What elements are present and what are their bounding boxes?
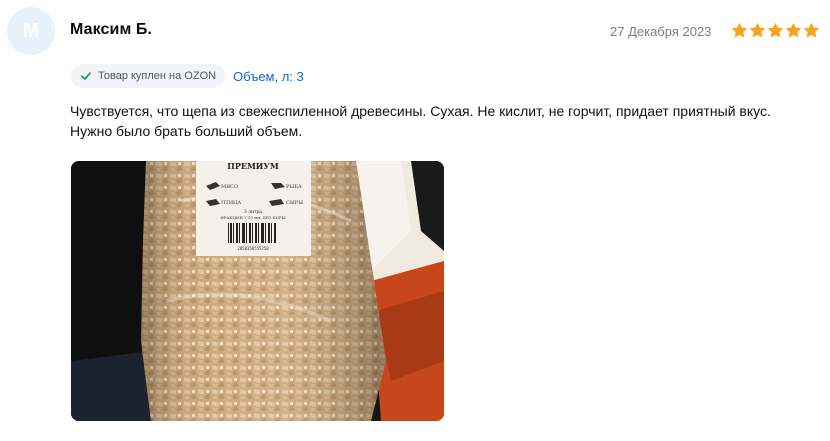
- review-date: 27 Декабря 2023: [610, 24, 712, 39]
- review-card: М Максим Б. 27 Декабря 2023 Товар куплен…: [0, 0, 830, 441]
- rating-stars: [731, 22, 820, 39]
- star-icon: [767, 22, 784, 39]
- variant-link[interactable]: Объем, л: 3: [233, 69, 304, 84]
- barcode-number: 2050358555258: [237, 246, 269, 251]
- star-icon: [785, 22, 802, 39]
- star-icon: [803, 22, 820, 39]
- review-meta: Товар куплен на OZON Объем, л: 3: [71, 64, 304, 88]
- avatar: М: [7, 7, 55, 55]
- purchase-badge-label: Товар куплен на OZON: [98, 70, 217, 82]
- photo-image: ПРЕМИУМ МЯСО РЫБА ПТИЦА СЫРЫ 3 литра ФРА…: [71, 161, 444, 421]
- label-title: ПРЕМИУМ: [227, 161, 279, 171]
- star-icon: [749, 22, 766, 39]
- label-note: ФРАКЦИЯ 7-15 мм, БЕЗ КОРЫ: [220, 215, 285, 220]
- label-item-4: СЫРЫ: [286, 200, 303, 206]
- check-icon: [80, 70, 92, 82]
- review-photo[interactable]: ПРЕМИУМ МЯСО РЫБА ПТИЦА СЫРЫ 3 литра ФРА…: [71, 161, 444, 421]
- star-icon: [731, 22, 748, 39]
- label-item-1: МЯСО: [221, 184, 238, 190]
- review-text: Чувствуется, что щепа из свежеспиленной …: [70, 103, 771, 139]
- label-item-2: РЫБА: [286, 184, 302, 190]
- purchase-badge: Товар куплен на OZON: [71, 64, 226, 88]
- avatar-initial: М: [22, 19, 40, 42]
- label-item-3: ПТИЦА: [221, 200, 241, 206]
- author-name[interactable]: Максим Б.: [70, 21, 152, 39]
